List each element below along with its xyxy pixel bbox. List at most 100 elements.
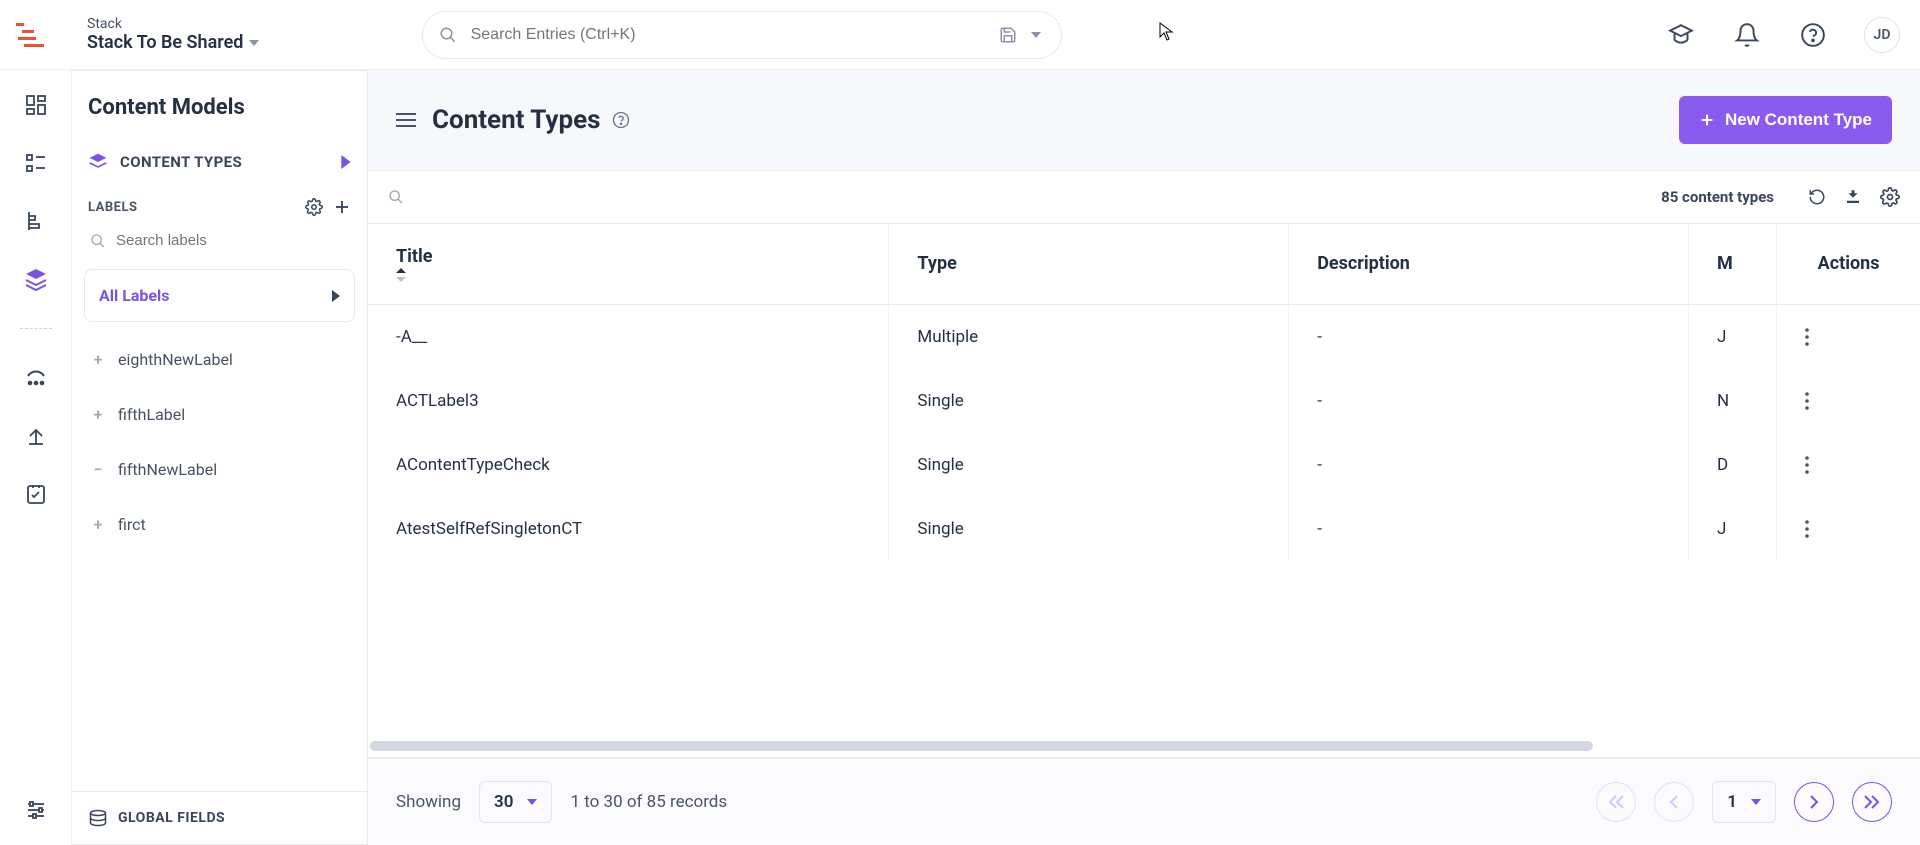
cell-modified: J <box>1688 497 1776 561</box>
settings-icon[interactable] <box>21 795 51 825</box>
column-type[interactable]: Type <box>889 224 1289 304</box>
content-types-table: Title Type Description M Actions -A__Mul… <box>368 224 1920 561</box>
plus-icon <box>1699 112 1715 128</box>
stack-name: Stack To Be Shared <box>87 32 243 53</box>
row-actions-button[interactable] <box>1777 497 1920 561</box>
last-page-button[interactable] <box>1852 782 1892 822</box>
chevron-down-icon <box>1751 799 1761 805</box>
table-row[interactable]: ACTLabel3Single-N <box>368 369 1920 433</box>
dashboard-icon[interactable] <box>21 90 51 120</box>
label-item[interactable]: + eighthNewLabel <box>72 332 367 387</box>
search-icon <box>90 233 106 249</box>
table-row[interactable]: AtestSelfRefSingletonCTSingle-J <box>368 497 1920 561</box>
cell-title: ACTLabel3 <box>368 369 889 433</box>
column-title[interactable]: Title <box>368 224 889 304</box>
row-actions-button[interactable] <box>1777 304 1920 369</box>
label-name: eighthNewLabel <box>118 350 233 369</box>
panel-title: Content Models <box>72 71 367 140</box>
notifications-icon[interactable] <box>1732 20 1762 50</box>
labels-settings-icon[interactable] <box>305 198 323 216</box>
chevron-right-icon <box>332 290 340 302</box>
search-icon <box>439 26 457 44</box>
label-name: fifthNewLabel <box>118 460 217 479</box>
content-models-icon[interactable] <box>21 264 51 294</box>
releases-icon[interactable] <box>21 421 51 451</box>
first-page-button[interactable] <box>1596 782 1636 822</box>
cell-modified: N <box>1688 369 1776 433</box>
stack-selector[interactable]: Stack Stack To Be Shared <box>87 16 259 53</box>
next-page-button[interactable] <box>1794 782 1834 822</box>
column-actions: Actions <box>1777 224 1920 304</box>
new-content-type-button[interactable]: New Content Type <box>1679 96 1892 144</box>
import-icon[interactable] <box>1844 188 1862 206</box>
row-actions-button[interactable] <box>1777 433 1920 497</box>
cell-modified: J <box>1688 304 1776 369</box>
cell-title: AContentTypeCheck <box>368 433 889 497</box>
table-search-icon[interactable] <box>388 189 404 205</box>
add-label-icon[interactable] <box>333 198 351 216</box>
column-description[interactable]: Description <box>1289 224 1689 304</box>
table-row[interactable]: AContentTypeCheckSingle-D <box>368 433 1920 497</box>
more-vertical-icon <box>1805 328 1809 346</box>
more-vertical-icon <box>1805 520 1809 538</box>
search-input[interactable] <box>471 26 995 44</box>
cell-modified: D <box>1688 433 1776 497</box>
showing-label: Showing <box>396 792 461 812</box>
expand-icon: + <box>90 350 106 369</box>
chevron-down-icon <box>249 40 259 46</box>
cell-type: Multiple <box>889 304 1289 369</box>
content-models-panel: Content Models CONTENT TYPES LABELS All … <box>72 70 368 845</box>
cell-type: Single <box>889 369 1289 433</box>
toggle-sidebar-icon[interactable] <box>396 112 416 128</box>
page-number-select[interactable]: 1 <box>1712 781 1776 823</box>
table-settings-icon[interactable] <box>1880 187 1900 207</box>
sort-icon <box>396 268 860 282</box>
cell-title: -A__ <box>368 304 889 369</box>
cell-title: AtestSelfRefSingletonCT <box>368 497 889 561</box>
tasks-icon[interactable] <box>21 479 51 509</box>
chevron-down-icon <box>527 799 537 805</box>
cell-description: - <box>1289 304 1689 369</box>
content-types-nav[interactable]: CONTENT TYPES <box>72 140 367 184</box>
learn-icon[interactable] <box>1666 20 1696 50</box>
label-item[interactable]: + fifthLabel <box>72 387 367 442</box>
horizontal-scrollbar[interactable] <box>370 741 1918 751</box>
search-labels-input[interactable] <box>116 232 349 249</box>
expand-icon: + <box>90 515 106 534</box>
publish-queue-icon[interactable] <box>21 363 51 393</box>
cell-type: Single <box>889 433 1289 497</box>
table-row[interactable]: -A__Multiple-J <box>368 304 1920 369</box>
global-fields-nav[interactable]: GLOBAL FIELDS <box>72 791 367 844</box>
expand-icon: − <box>90 460 106 479</box>
page-title: Content Types <box>432 105 600 135</box>
user-avatar[interactable]: JD <box>1864 17 1900 53</box>
save-search-icon[interactable] <box>995 22 1021 48</box>
more-vertical-icon <box>1805 392 1809 410</box>
column-modified[interactable]: M <box>1688 224 1776 304</box>
cell-description: - <box>1289 369 1689 433</box>
label-name: fifthLabel <box>118 405 185 424</box>
all-labels-item[interactable]: All Labels <box>84 269 355 322</box>
page-size-select[interactable]: 30 <box>479 781 552 823</box>
more-vertical-icon <box>1805 456 1809 474</box>
row-actions-button[interactable] <box>1777 369 1920 433</box>
label-item[interactable]: + firct <box>72 497 367 552</box>
help-icon[interactable] <box>1798 20 1828 50</box>
prev-page-button[interactable] <box>1654 782 1694 822</box>
labels-heading: LABELS <box>88 200 138 215</box>
entries-icon[interactable] <box>21 148 51 178</box>
label-name: firct <box>118 515 146 534</box>
global-search[interactable] <box>422 11 1062 59</box>
assets-icon[interactable] <box>21 206 51 236</box>
expand-icon: + <box>90 405 106 424</box>
refresh-icon[interactable] <box>1808 188 1826 206</box>
main-nav-rail <box>0 70 72 845</box>
cell-description: - <box>1289 433 1689 497</box>
stack-icon <box>88 152 108 172</box>
search-dropdown-icon[interactable] <box>1027 28 1045 42</box>
main-content: Content Types New Content Type 85 conten… <box>368 70 1920 845</box>
app-logo[interactable] <box>12 15 52 55</box>
help-icon[interactable] <box>612 111 630 129</box>
label-item[interactable]: −fifthNewLabel <box>72 442 367 497</box>
content-type-count: 85 content types <box>1661 188 1774 206</box>
